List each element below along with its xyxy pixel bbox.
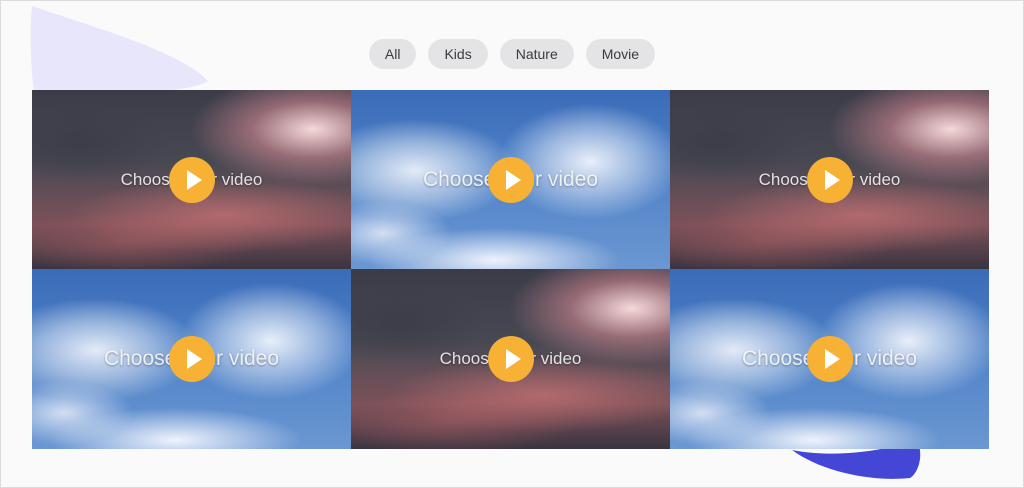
- video-tile[interactable]: Choose your video: [351, 90, 670, 269]
- filter-all-button[interactable]: All: [368, 39, 417, 69]
- play-icon[interactable]: [806, 336, 853, 382]
- play-icon[interactable]: [487, 336, 534, 382]
- video-gallery: Choose your video Choose your video Choo…: [32, 90, 989, 449]
- filter-nature-button[interactable]: Nature: [499, 39, 574, 69]
- video-tile[interactable]: Choose your video: [32, 90, 351, 269]
- play-icon[interactable]: [168, 156, 215, 203]
- video-tile[interactable]: Choose your video: [351, 269, 670, 449]
- video-tile[interactable]: Choose your video: [32, 269, 351, 449]
- filter-kids-button[interactable]: Kids: [428, 39, 488, 69]
- play-icon[interactable]: [168, 336, 215, 382]
- play-icon[interactable]: [487, 156, 534, 203]
- filter-bar: All Kids Nature Movie: [0, 39, 1024, 69]
- play-icon[interactable]: [806, 156, 853, 203]
- filter-movie-button[interactable]: Movie: [585, 39, 656, 69]
- video-tile[interactable]: Choose your video: [670, 90, 989, 269]
- video-tile[interactable]: Choose your video: [670, 269, 989, 449]
